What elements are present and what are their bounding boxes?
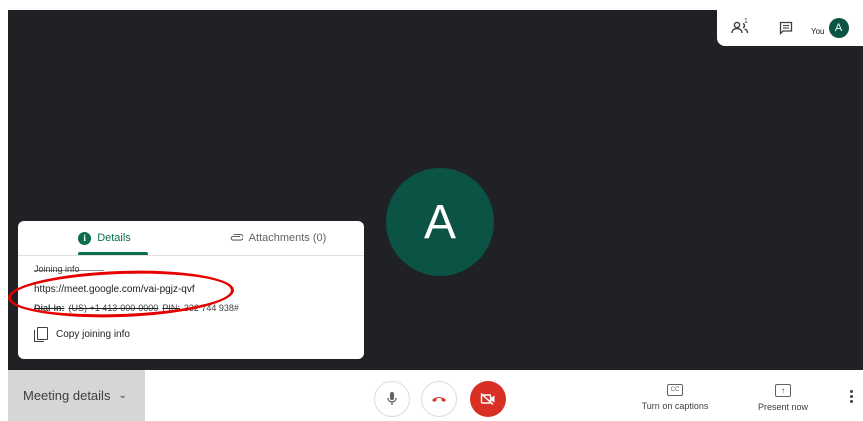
end-call-button[interactable] (421, 381, 457, 417)
tab-attachments[interactable]: Attachments (0) (191, 221, 364, 255)
more-options-button[interactable] (843, 386, 859, 406)
people-count: 1 (744, 18, 748, 25)
info-icon: i (78, 231, 92, 245)
copy-joining-info-label: Copy joining info (56, 328, 130, 340)
chat-icon (779, 21, 793, 35)
meeting-details-label: Meeting details (23, 388, 111, 403)
captions-label: Turn on captions (641, 401, 709, 411)
self-avatar: A (828, 18, 849, 38)
captions-button[interactable]: CC Turn on captions (634, 384, 716, 411)
bottom-toolbar: Meeting details ⌄ CC Turn on captions ↑ … (0, 370, 863, 421)
you-label: You (811, 27, 825, 36)
tab-details[interactable]: i Details (18, 221, 191, 255)
self-view[interactable]: You A (809, 18, 849, 38)
paperclip-icon (230, 234, 243, 241)
tab-details-label: Details (97, 232, 131, 244)
captions-icon: CC (667, 384, 683, 396)
camera-off-icon (480, 393, 495, 405)
microphone-button[interactable] (374, 381, 410, 417)
present-now-button[interactable]: ↑ Present now (748, 384, 818, 412)
copy-icon (34, 327, 48, 342)
hang-up-icon (432, 397, 446, 402)
present-icon: ↑ (775, 384, 791, 397)
more-dot (849, 399, 853, 403)
participant-avatar: A (386, 168, 494, 276)
people-button[interactable]: 1 (717, 10, 763, 46)
more-options-icon (849, 389, 853, 393)
copy-joining-info-button[interactable]: Copy joining info (34, 327, 348, 342)
meeting-details-button[interactable]: Meeting details ⌄ (8, 370, 145, 421)
more-dot (849, 394, 853, 398)
tab-attachments-label: Attachments (0) (248, 232, 327, 244)
camera-off-button[interactable] (470, 381, 506, 417)
active-tab-indicator (78, 252, 148, 255)
chevron-down-icon: ⌄ (118, 390, 127, 401)
details-tabs: i Details Attachments (0) (18, 221, 364, 256)
present-now-label: Present now (757, 402, 809, 412)
microphone-icon (387, 392, 397, 405)
chat-button[interactable] (763, 10, 809, 46)
top-right-panel: 1 You A (717, 10, 863, 46)
